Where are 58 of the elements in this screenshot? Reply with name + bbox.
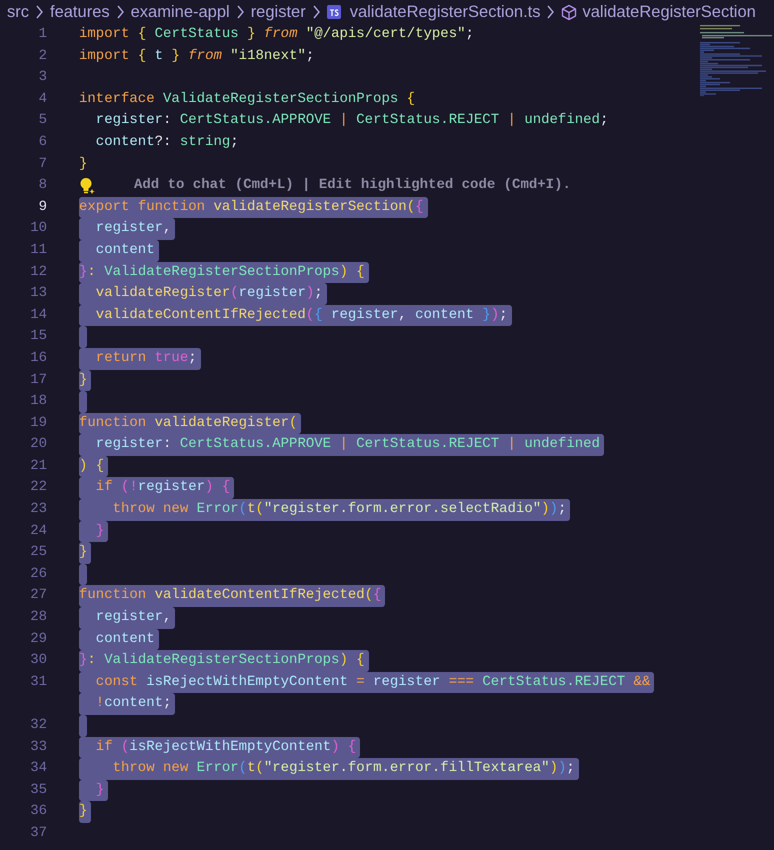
line-number: 27 — [29, 586, 47, 606]
chevron-right-icon — [312, 5, 321, 19]
line-number: 14 — [29, 306, 47, 325]
inline-hint: Add to chat (Cmd+L) | Edit highlighted code (Cmd+I). — [134, 176, 571, 196]
breadcrumb-item[interactable]: validateRegisterSection.ts — [350, 0, 540, 24]
line-number: 12 — [29, 262, 47, 282]
breadcrumb-item[interactable]: validateRegisterSection — [582, 0, 756, 24]
line-number: 19 — [29, 414, 47, 433]
chevron-right-icon — [35, 5, 44, 19]
chevron-right-icon — [116, 5, 125, 19]
line-number: 13 — [29, 284, 47, 304]
line-number: 32 — [29, 716, 47, 735]
cube-icon — [561, 4, 578, 20]
line-number: 1 — [38, 25, 47, 44]
line-number: 6 — [38, 132, 47, 152]
line-number: 18 — [29, 392, 47, 412]
line-number: 22 — [29, 478, 47, 498]
code-line: } — [79, 154, 88, 174]
code-line: register: CertStatus.APPROVE | CertStatus.REJECT | undefined; — [94, 111, 610, 130]
code-line: import { CertStatus } from "@/apis/cert/types"; — [79, 25, 475, 44]
line-number: 16 — [29, 348, 47, 368]
line-number: 33 — [29, 738, 47, 757]
line-number: 34 — [29, 759, 47, 778]
breadcrumb-item[interactable]: features — [50, 0, 110, 24]
chevron-right-icon — [236, 5, 245, 19]
line-number: 36 — [29, 802, 47, 822]
line-number: 7 — [38, 154, 47, 174]
line-number: 37 — [29, 824, 47, 843]
line-number: 28 — [29, 608, 47, 628]
breadcrumb-item[interactable]: src — [7, 0, 29, 24]
line-number: 29 — [29, 630, 47, 649]
line-number: 5 — [38, 111, 47, 130]
line-number: 3 — [38, 68, 47, 88]
line-number: 17 — [29, 370, 47, 390]
line-number: 23 — [29, 500, 47, 520]
code-line: content?: string; — [94, 132, 240, 152]
code-line: interface ValidateRegisterSectionProps { — [79, 90, 416, 109]
line-number: 35 — [29, 780, 47, 800]
line-number: 9 — [38, 198, 47, 217]
line-number: 8 — [38, 176, 47, 196]
line-number: 2 — [38, 46, 47, 66]
breadcrumb-item[interactable]: examine-appl — [130, 0, 230, 24]
line-number: 24 — [29, 522, 47, 541]
typescript-file-icon — [326, 5, 341, 19]
line-number: 31 — [29, 672, 47, 692]
line-number: 10 — [29, 219, 47, 238]
line-number: 4 — [38, 90, 47, 109]
line-number: 30 — [29, 651, 47, 670]
line-number: 11 — [29, 240, 47, 260]
breadcrumb-item[interactable]: register — [250, 0, 306, 24]
line-number: 25 — [29, 543, 47, 562]
line-number: 20 — [29, 435, 47, 454]
line-number: 21 — [29, 456, 47, 476]
chevron-right-icon — [546, 5, 556, 19]
lightbulb-icon — [79, 176, 95, 195]
line-number: 15 — [29, 327, 47, 346]
line-number: 26 — [29, 564, 47, 584]
code-line: import { t } from "i18next"; — [79, 46, 316, 66]
